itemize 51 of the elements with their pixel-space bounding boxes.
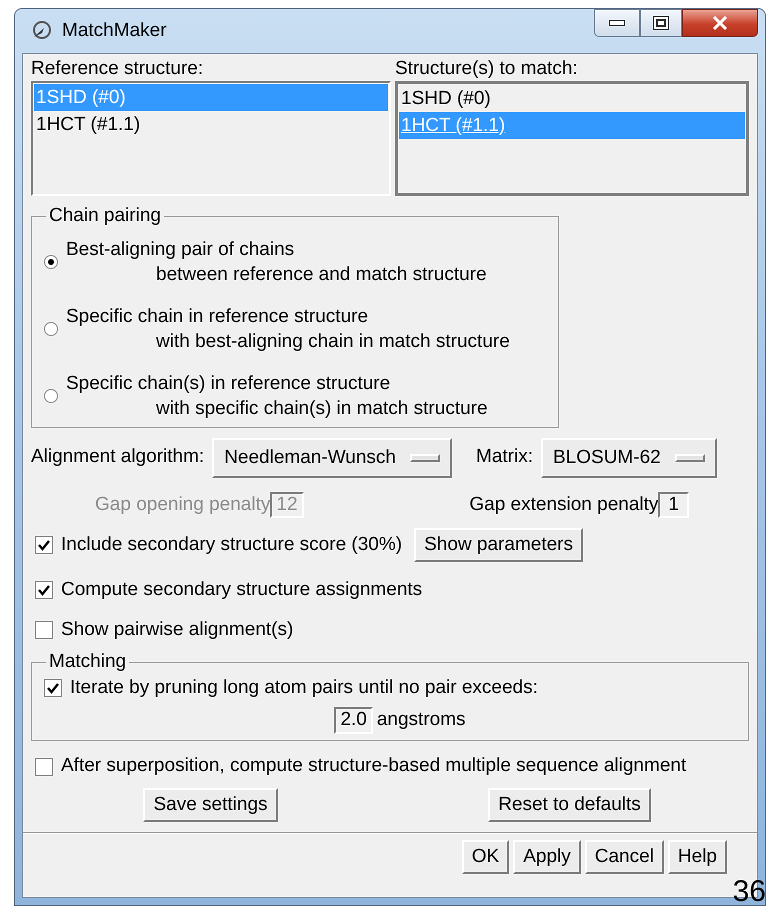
minimize-icon	[609, 20, 625, 26]
gap-extension-label: Gap extension penalty	[469, 494, 658, 516]
reference-structure-list[interactable]: 1SHD (#0) 1HCT (#1.1)	[31, 80, 391, 196]
settings-button[interactable]: Reset to defaults	[488, 788, 651, 822]
match-structure-label: Structure(s) to match:	[395, 58, 579, 81]
match-structure-list[interactable]: 1SHD (#0) 1HCT (#1.1)	[395, 80, 749, 196]
distance-cutoff-field[interactable]: 2.0	[334, 707, 373, 734]
checkbox-label: Compute secondary structure assignments	[61, 579, 422, 602]
checkbox-label: Include secondary structure score (30%)	[61, 534, 402, 557]
algorithm-menu-button[interactable]: Needleman-Wunsch	[212, 438, 452, 478]
checkbox-label: Show pairwise alignment(s)	[61, 618, 294, 642]
checkbox[interactable]	[35, 581, 53, 600]
checkbox[interactable]	[35, 536, 53, 554]
gap-extension-field[interactable]: 1	[658, 492, 689, 518]
close-icon	[712, 16, 728, 30]
group-title: Matching	[46, 650, 130, 674]
list-item[interactable]: 1HCT (#1.1)	[34, 110, 388, 138]
group-title: Chain pairing	[46, 204, 164, 228]
option-label: Specific chain in reference structure	[66, 304, 370, 329]
checkbox[interactable]	[44, 679, 62, 698]
radio-button[interactable]	[44, 388, 58, 403]
minimize-button[interactable]	[594, 9, 640, 37]
option-label: with specific chain(s) in match structure	[156, 396, 488, 421]
dialog-button[interactable]: Help	[668, 840, 727, 874]
option-label: between reference and match structure	[156, 262, 487, 287]
checkbox[interactable]	[35, 758, 53, 776]
window-title: MatchMaker	[62, 20, 167, 42]
checkbox-label: Iterate by pruning long atom pairs until no pair exceeds:	[70, 676, 538, 700]
checkbox[interactable]	[35, 621, 53, 640]
dialog-button[interactable]: Apply	[513, 840, 581, 874]
show-parameters-button[interactable]: Show parameters	[414, 528, 584, 562]
maximize-button[interactable]	[640, 9, 682, 37]
alignment-algorithm-label: Alignment algorithm:	[31, 446, 204, 470]
option-label: with best-aligning chain in match structure	[156, 330, 510, 354]
matrix-menu-button[interactable]: BLOSUM-62	[541, 438, 717, 478]
page-number: 36	[732, 877, 766, 907]
reference-structure-label: Reference structure:	[31, 58, 204, 81]
radio-button[interactable]	[44, 254, 58, 269]
gap-opening-label: Gap opening penalty	[95, 494, 270, 516]
settings-button[interactable]: Save settings	[143, 788, 278, 822]
dialog-button[interactable]: OK	[462, 840, 510, 874]
radio-button[interactable]	[44, 322, 58, 336]
option-label: Best-aligning pair of chains	[66, 238, 296, 262]
maximize-icon	[653, 16, 669, 30]
option-label: Specific chain(s) in reference structure	[66, 372, 392, 396]
checkbox-label: After superposition, compute structure-based multiple sequence alignment	[61, 755, 686, 778]
matrix-label: Matrix:	[476, 446, 533, 470]
close-button[interactable]	[682, 9, 758, 37]
list-item[interactable]: 1SHD (#0)	[399, 84, 745, 112]
unit-label: angstroms	[376, 709, 466, 732]
dialog-button[interactable]: Cancel	[584, 840, 664, 874]
